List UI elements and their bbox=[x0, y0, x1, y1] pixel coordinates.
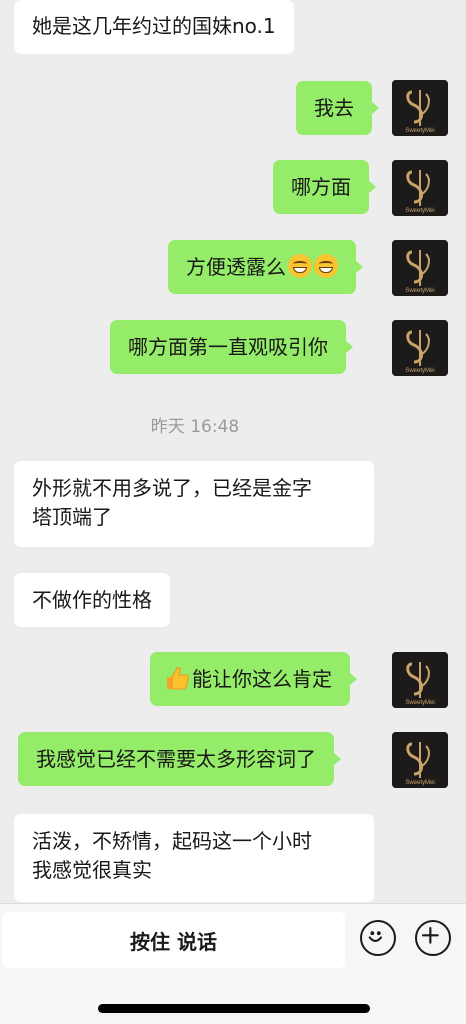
user-avatar[interactable]: SweetyMei bbox=[392, 652, 448, 708]
message-bubble-sent[interactable]: 能让你这么肯定 bbox=[150, 652, 357, 706]
user-avatar[interactable]: SweetyMei bbox=[392, 732, 448, 788]
message-bubble-sent[interactable]: 哪方面 bbox=[273, 160, 376, 214]
message-bubble-sent[interactable]: 哪方面第一直观吸引你 bbox=[110, 320, 353, 374]
message-bubble-received[interactable]: 活泼，不矫情，起码这一个小时 我感觉很真实 bbox=[14, 814, 374, 902]
svg-text:SweetyMei: SweetyMei bbox=[405, 368, 434, 374]
ysl-logo-icon: SweetyMei bbox=[392, 652, 448, 708]
ysl-logo-icon: SweetyMei bbox=[392, 160, 448, 216]
message-text-line: 活泼，不矫情，起码这一个小时 bbox=[32, 829, 312, 853]
message-bubble-sent[interactable]: 我去 bbox=[296, 81, 379, 135]
svg-text:SweetyMei: SweetyMei bbox=[405, 208, 434, 214]
user-avatar[interactable]: SweetyMei bbox=[392, 240, 448, 296]
message-bubble-received[interactable]: 不做作的性格 bbox=[14, 573, 170, 627]
message-bubble-received[interactable]: 她是这几年约过的国妹no.1 bbox=[14, 0, 294, 54]
user-avatar[interactable]: SweetyMei bbox=[392, 80, 448, 136]
message-text-line: 外形就不用多说了，已经是金字 bbox=[32, 476, 312, 500]
message-timestamp: 昨天 16:48 bbox=[150, 417, 240, 437]
emoji-button[interactable] bbox=[360, 920, 396, 956]
ysl-logo-icon: SweetyMei bbox=[392, 732, 448, 788]
more-button[interactable] bbox=[415, 920, 451, 956]
message-text: 我感觉已经不需要太多形容词了 bbox=[36, 747, 316, 771]
user-avatar[interactable]: SweetyMei bbox=[392, 160, 448, 216]
thumbs-up-icon bbox=[167, 667, 189, 690]
smiley-icon bbox=[368, 931, 383, 943]
grin-emoji-icon bbox=[288, 254, 312, 278]
message-text: 她是这几年约过的国妹no.1 bbox=[32, 14, 276, 38]
svg-text:SweetyMei: SweetyMei bbox=[405, 128, 434, 134]
message-text: 能让你这么肯定 bbox=[192, 667, 332, 691]
user-avatar[interactable]: SweetyMei bbox=[392, 320, 448, 376]
message-bubble-received[interactable]: 外形就不用多说了，已经是金字 塔顶端了 bbox=[14, 461, 374, 547]
svg-text:SweetyMei: SweetyMei bbox=[405, 700, 434, 706]
svg-text:SweetyMei: SweetyMei bbox=[405, 780, 434, 786]
chat-screen: 她是这几年约过的国妹no.1 我去 SweetyMei 哪方面 SweetyMe… bbox=[0, 0, 466, 1024]
message-bubble-sent[interactable]: 方便透露么 bbox=[168, 240, 363, 294]
message-text: 哪方面第一直观吸引你 bbox=[128, 335, 328, 359]
ysl-logo-icon: SweetyMei bbox=[392, 240, 448, 296]
message-text: 我去 bbox=[314, 96, 354, 120]
grin-emoji-icon bbox=[314, 254, 338, 278]
message-text-line: 塔顶端了 bbox=[32, 505, 112, 529]
home-indicator bbox=[98, 1004, 370, 1013]
message-text: 不做作的性格 bbox=[32, 588, 152, 612]
ysl-logo-icon: SweetyMei bbox=[392, 320, 448, 376]
plus-circle-icon bbox=[421, 926, 439, 944]
ysl-logo-icon: SweetyMei bbox=[392, 80, 448, 136]
hold-to-talk-button[interactable]: 按住 说话 bbox=[2, 912, 345, 968]
svg-text:SweetyMei: SweetyMei bbox=[405, 288, 434, 294]
message-text: 哪方面 bbox=[291, 175, 351, 199]
message-bubble-sent[interactable]: 我感觉已经不需要太多形容词了 bbox=[18, 732, 341, 786]
hold-to-talk-label: 按住 说话 bbox=[130, 929, 217, 954]
message-text: 方便透露么 bbox=[186, 255, 286, 279]
message-text-line: 我感觉很真实 bbox=[32, 858, 152, 882]
